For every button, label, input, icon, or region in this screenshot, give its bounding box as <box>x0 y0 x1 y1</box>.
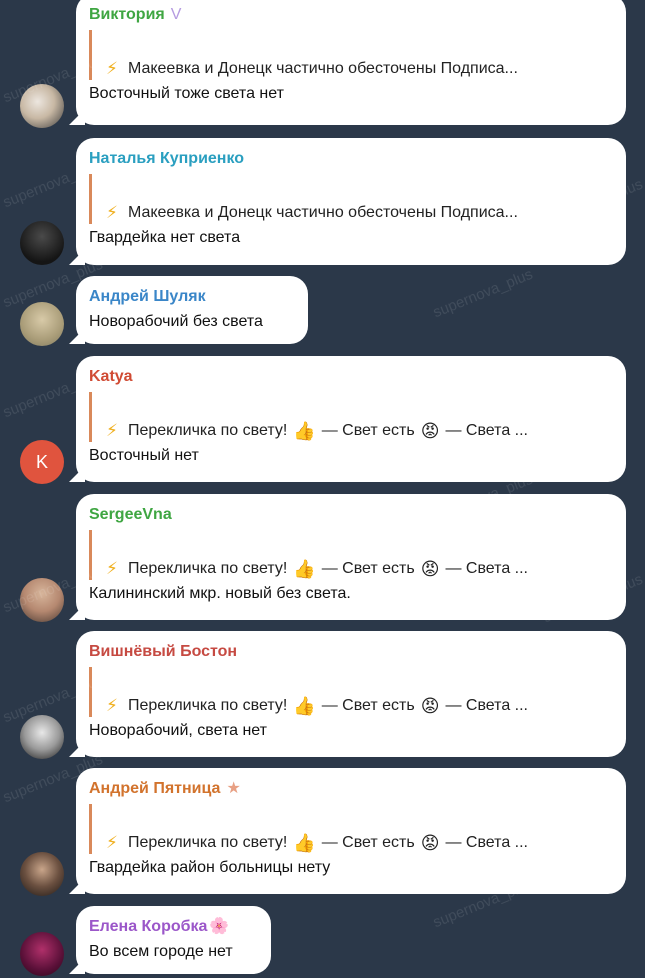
message-text: Новорабочий, света нет <box>89 722 267 739</box>
angry-face-icon: 😡 <box>420 833 440 853</box>
reply-text: — Света ... <box>445 560 528 577</box>
sender-name-text: Katya <box>89 368 133 385</box>
reply-text: — Света ... <box>445 697 528 714</box>
reply-text: Макеевка и Донецк частично обесточены По… <box>127 60 518 77</box>
sender-name[interactable]: Вишнёвый Бостон <box>89 641 612 663</box>
message-text: Гвардейка район больницы нету <box>89 859 331 876</box>
message-bubble[interactable]: Виктория V ⚡ Макеевка и Донецк частично … <box>76 0 626 125</box>
reply-text: Перекличка по свету! <box>127 422 288 439</box>
message-bubble[interactable]: Наталья Куприенко ⚡ Макеевка и Донецк ча… <box>76 138 626 265</box>
avatar[interactable] <box>20 852 64 896</box>
sender-name[interactable]: Андрей Шуляк <box>89 286 294 308</box>
star-icon: ★ <box>226 780 241 797</box>
sender-name-text: Андрей Пятница <box>89 780 221 797</box>
reply-text: — Свет есть <box>321 422 415 439</box>
thumbs-up-icon: 👍 <box>293 421 316 441</box>
lightning-icon: ⚡ <box>106 203 118 222</box>
reply-text: — Света ... <box>445 422 528 439</box>
reply-text: — Свет есть <box>321 560 415 577</box>
reply-text: — Свет есть <box>321 834 415 851</box>
message-bubble[interactable]: Вишнёвый Бостон ⚡ Перекличка по свету! 👍… <box>76 631 626 757</box>
message-text: Новорабочий без света <box>89 313 263 330</box>
sender-name[interactable]: Виктория V <box>89 4 612 26</box>
reply-quote[interactable]: ⚡ Перекличка по свету! 👍 — Свет есть 😡 —… <box>89 530 612 580</box>
sender-name-text: Вишнёвый Бостон <box>89 643 238 660</box>
angry-face-icon: 😡 <box>420 421 440 441</box>
message-bubble[interactable]: Андрей Шуляк Новорабочий без света <box>76 276 308 344</box>
avatar[interactable] <box>20 221 64 265</box>
message-bubble[interactable]: Елена Коробка 🌸 Во всем городе нет <box>76 906 271 974</box>
reply-quote[interactable]: ⚡ Макеевка и Донецк частично обесточены … <box>89 174 612 224</box>
message-bubble[interactable]: SergeeVna ⚡ Перекличка по свету! 👍 — Све… <box>76 494 626 620</box>
reply-quote[interactable]: ⚡ Перекличка по свету! 👍 — Свет есть 😡 —… <box>89 667 612 717</box>
message-text: Восточный тоже света нет <box>89 85 284 102</box>
sender-name-text: Андрей Шуляк <box>89 288 206 305</box>
lightning-icon: ⚡ <box>106 559 118 578</box>
watermark: supernova_plus <box>430 265 536 322</box>
avatar[interactable] <box>20 84 64 128</box>
thumbs-up-icon: 👍 <box>293 833 316 853</box>
reply-text: Перекличка по свету! <box>127 834 288 851</box>
message-bubble[interactable]: Андрей Пятница ★ ⚡ Перекличка по свету! … <box>76 768 626 894</box>
sender-name-text: Виктория <box>89 6 165 23</box>
avatar[interactable] <box>20 578 64 622</box>
thumbs-up-icon: 👍 <box>293 559 316 579</box>
sender-name[interactable]: SergeeVna <box>89 504 612 526</box>
sender-name-text: SergeeVna <box>89 506 172 523</box>
reply-text: Перекличка по свету! <box>127 560 288 577</box>
badge-icon: V <box>170 6 182 23</box>
sender-name[interactable]: Андрей Пятница ★ <box>89 778 612 800</box>
reply-text: — Света ... <box>445 834 528 851</box>
reply-text: Макеевка и Донецк частично обесточены По… <box>127 204 518 221</box>
lightning-icon: ⚡ <box>106 833 118 852</box>
flower-icon: 🌸 <box>209 918 230 935</box>
avatar[interactable]: K <box>20 440 64 484</box>
thumbs-up-icon: 👍 <box>293 696 316 716</box>
reply-quote[interactable]: ⚡ Перекличка по свету! 👍 — Свет есть 😡 —… <box>89 392 612 442</box>
sender-name-text: Наталья Куприенко <box>89 150 245 167</box>
avatar[interactable] <box>20 932 64 976</box>
reply-quote[interactable]: ⚡ Перекличка по свету! 👍 — Свет есть 😡 —… <box>89 804 612 854</box>
sender-name[interactable]: Наталья Куприенко <box>89 148 612 170</box>
lightning-icon: ⚡ <box>106 421 118 440</box>
reply-quote[interactable]: ⚡ Макеевка и Донецк частично обесточены … <box>89 30 612 80</box>
sender-name-text: Елена Коробка <box>89 918 208 935</box>
reply-text: Перекличка по свету! <box>127 697 288 714</box>
message-text: Во всем городе нет <box>89 943 233 960</box>
avatar[interactable] <box>20 715 64 759</box>
message-text: Восточный нет <box>89 447 199 464</box>
lightning-icon: ⚡ <box>106 59 118 78</box>
message-text: Гвардейка нет света <box>89 229 241 246</box>
avatar[interactable] <box>20 302 64 346</box>
lightning-icon: ⚡ <box>106 696 118 715</box>
avatar-letter: K <box>35 451 48 472</box>
sender-name[interactable]: Елена Коробка 🌸 <box>89 916 257 938</box>
message-text: Калининский мкр. новый без света. <box>89 585 351 602</box>
angry-face-icon: 😡 <box>420 559 440 579</box>
sender-name[interactable]: Katya <box>89 366 612 388</box>
message-bubble[interactable]: Katya ⚡ Перекличка по свету! 👍 — Свет ес… <box>76 356 626 482</box>
reply-text: — Свет есть <box>321 697 415 714</box>
angry-face-icon: 😡 <box>420 696 440 716</box>
